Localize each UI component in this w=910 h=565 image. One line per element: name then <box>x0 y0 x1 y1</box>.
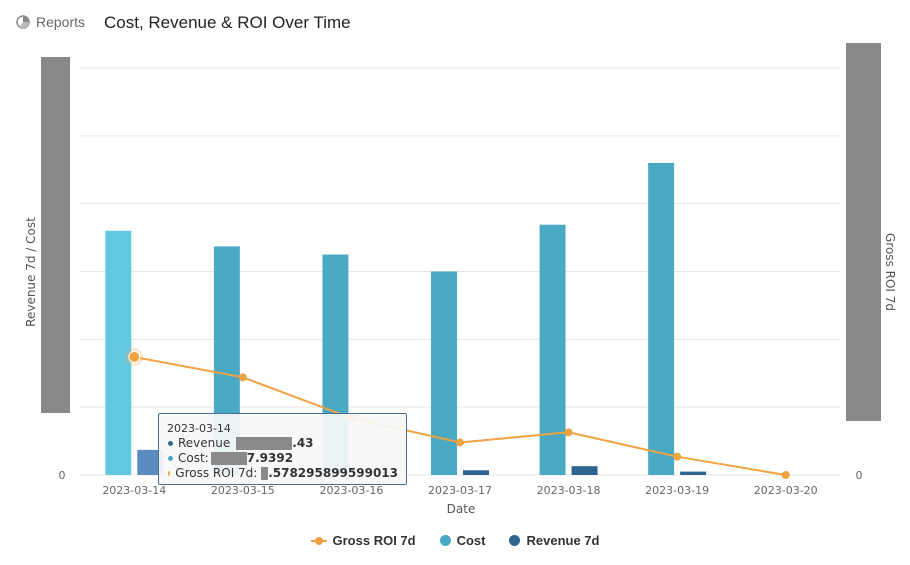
tooltip-revenue-value: .43 <box>292 436 314 450</box>
x-axis-title: Date <box>447 502 476 516</box>
x-axis-ticks: 2023-03-14 2023-03-15 2023-03-16 2023-03-17… <box>102 484 817 497</box>
tooltip-cost-value: 7.9392 <box>246 451 294 465</box>
x-tick-label: 2023-03-18 <box>537 484 601 497</box>
cost-bar[interactable] <box>431 271 457 476</box>
combo-chart: 2023-03-14 2023-03-15 2023-03-16 2023-03-17… <box>24 43 897 516</box>
line-marker-icon <box>310 536 327 546</box>
roi-point[interactable] <box>128 350 141 363</box>
roi-point[interactable] <box>456 438 464 447</box>
tooltip-roi-label: Gross ROI 7d: <box>175 466 258 480</box>
legend-item-cost[interactable]: Cost <box>439 533 486 548</box>
chart-tooltip: 2023-03-14 Revenue .43 Cost: 7.9392 Gros… <box>158 413 407 485</box>
tooltip-roi-row: Gross ROI 7d: .578295899599013 <box>167 466 398 481</box>
redaction-mask <box>210 452 247 465</box>
x-tick-label: 2023-03-16 <box>319 484 383 497</box>
roi-dot-icon <box>168 471 171 476</box>
tooltip-cost-row: Cost: 7.9392 <box>167 451 398 466</box>
y-right-tick-0: 0 <box>856 469 863 482</box>
revenue-bar[interactable] <box>680 471 707 475</box>
tooltip-revenue-label: Revenue <box>178 436 231 450</box>
cost-bar[interactable] <box>539 224 566 475</box>
tooltip-date: 2023-03-14 <box>167 422 231 435</box>
tooltip-roi-value: .578295899599013 <box>268 466 398 480</box>
roi-point[interactable] <box>781 471 790 479</box>
circle-icon <box>439 535 451 546</box>
cost-bar[interactable] <box>648 162 675 475</box>
tooltip-cost-label: Cost: <box>178 451 209 465</box>
roi-point[interactable] <box>564 428 573 437</box>
x-tick-label: 2023-03-15 <box>211 484 275 497</box>
cost-dot-icon <box>168 456 173 461</box>
legend-label: Cost <box>456 533 486 548</box>
circle-icon <box>509 535 521 546</box>
roi-point[interactable] <box>238 373 247 382</box>
redaction-mask <box>236 437 293 450</box>
left-axis-redaction-bar <box>41 57 70 413</box>
revenue-bar[interactable] <box>571 466 598 475</box>
x-tick-label: 2023-03-17 <box>428 484 492 497</box>
legend-label: Gross ROI 7d <box>332 533 416 548</box>
legend-label: Revenue 7d <box>526 533 600 548</box>
right-axis-redaction-bar <box>846 43 881 421</box>
revenue-bar[interactable] <box>463 470 489 475</box>
legend-item-gross-roi[interactable]: Gross ROI 7d <box>310 533 416 548</box>
tooltip-revenue-row: Revenue .43 <box>167 436 398 451</box>
y-left-tick-0: 0 <box>59 469 66 482</box>
redaction-mask <box>261 467 269 480</box>
revenue-dot-icon <box>168 441 173 446</box>
x-tick-label: 2023-03-19 <box>645 484 709 497</box>
x-tick-label: 2023-03-14 <box>102 484 166 497</box>
y-left-axis-title: Revenue 7d / Cost <box>24 217 38 327</box>
chart-legend: Gross ROI 7d Cost Revenue 7d <box>0 533 910 548</box>
x-tick-label: 2023-03-20 <box>754 484 818 497</box>
legend-item-revenue[interactable]: Revenue 7d <box>509 533 599 548</box>
roi-point[interactable] <box>673 452 682 461</box>
y-right-axis-title: Gross ROI 7d <box>883 233 897 311</box>
